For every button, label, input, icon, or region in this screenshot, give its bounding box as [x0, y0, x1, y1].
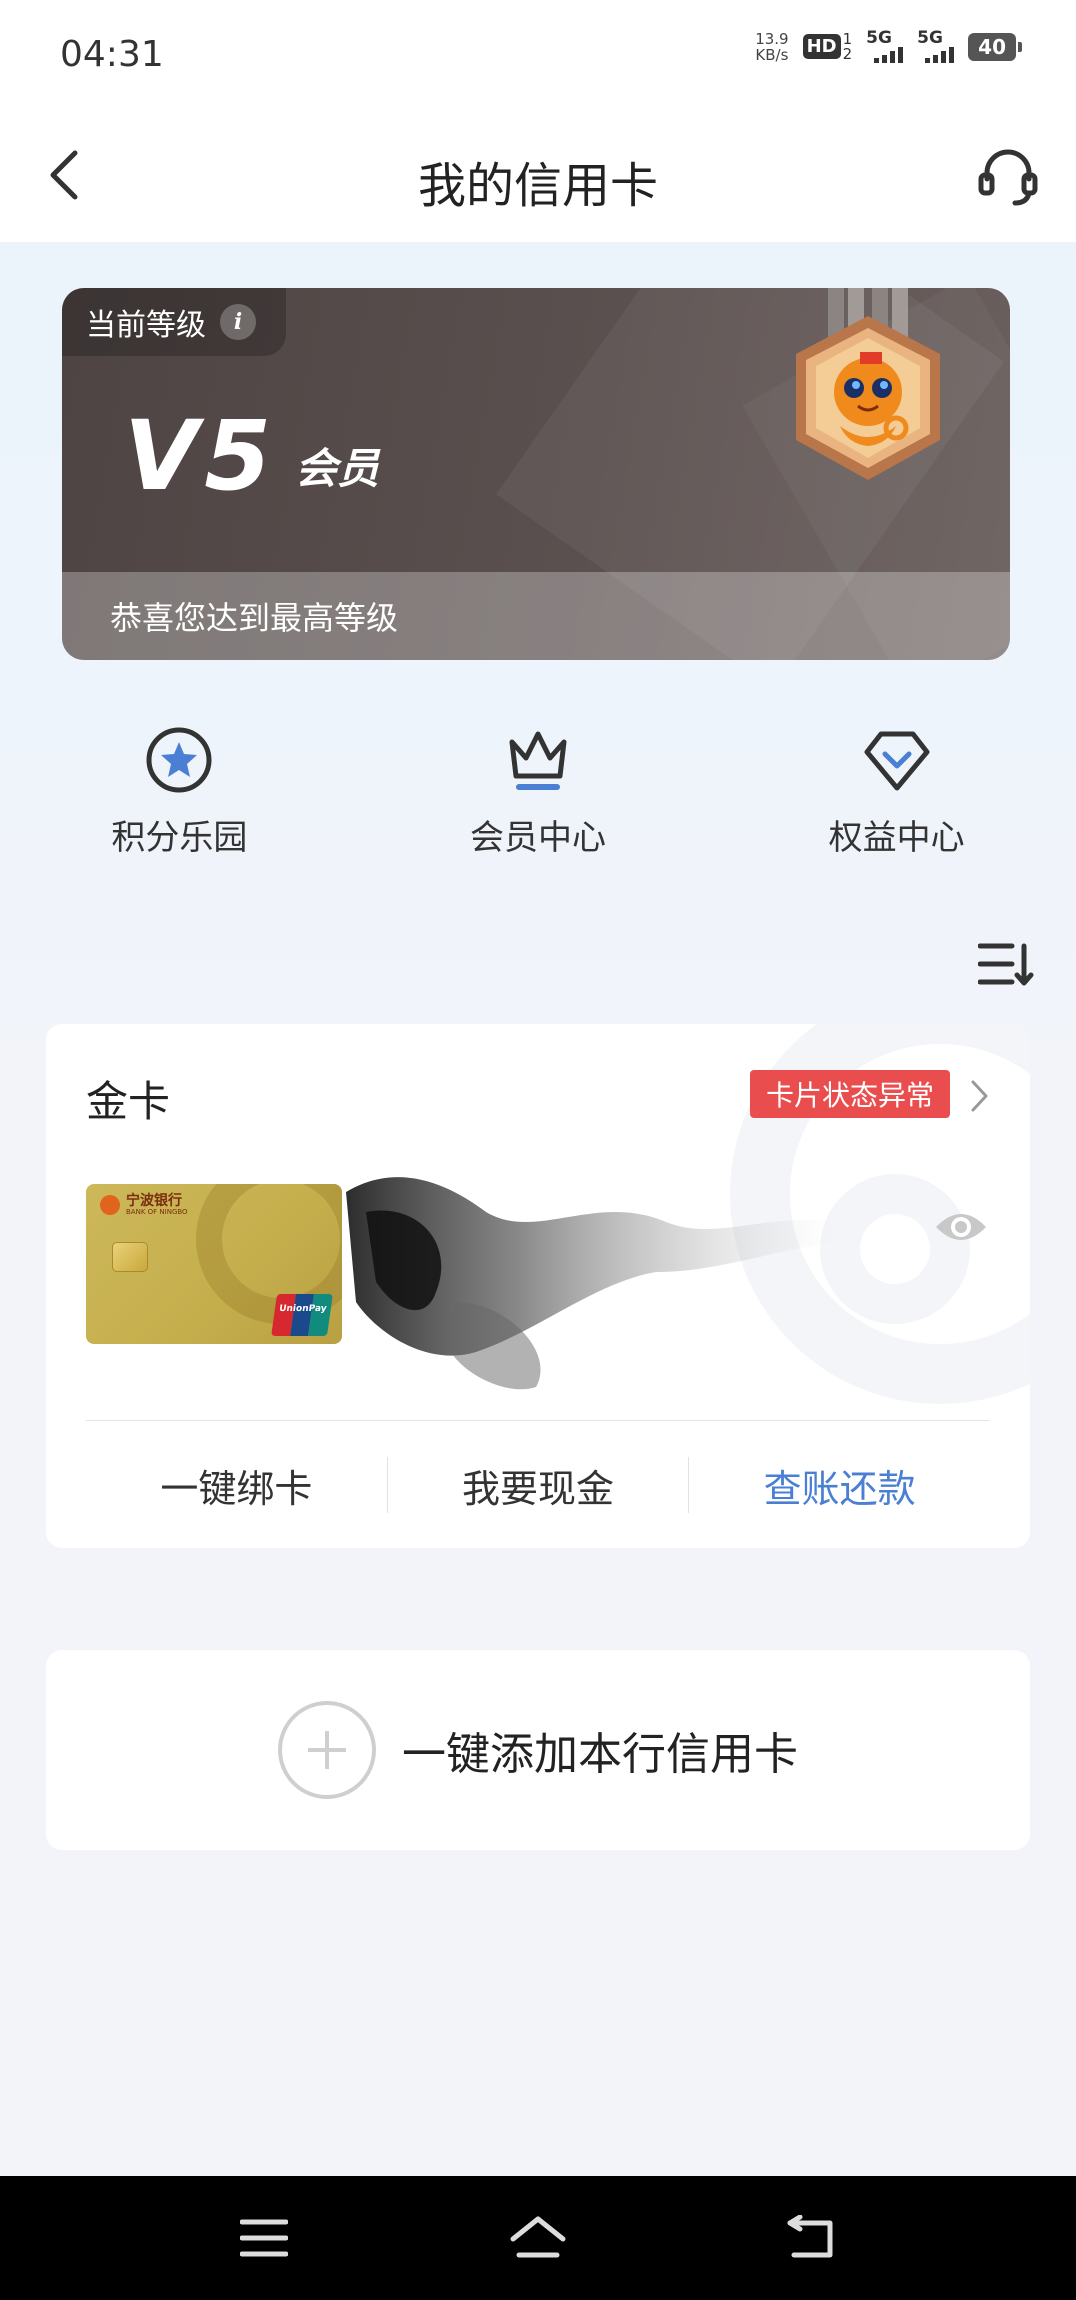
level-display: V5 会员 — [124, 408, 379, 504]
sort-button[interactable] — [976, 934, 1036, 994]
app-screen: 04:31 13.9 KB/s HD 1 2 5G 5G 40 我的信用卡 当前… — [0, 0, 1076, 2300]
shortcut-label: 积分乐园 — [111, 818, 248, 858]
battery-indicator: 40 — [968, 32, 1022, 61]
plus-circle-icon — [278, 1701, 376, 1799]
add-card-button[interactable]: 一键添加本行信用卡 — [46, 1650, 1030, 1850]
mascot-medal-icon — [796, 288, 940, 480]
headset-icon — [978, 149, 1038, 206]
diamond-icon — [859, 722, 935, 798]
star-circle-icon — [141, 722, 217, 798]
card-status-badge[interactable]: 卡片状态异常 — [749, 1070, 950, 1118]
shortcut-label: 会员中心 — [470, 818, 606, 858]
menu-icon — [240, 2219, 288, 2257]
bind-card-button[interactable]: 一键绑卡 — [86, 1458, 387, 1513]
level-congrats-text: 恭喜您达到最高等级 — [110, 599, 399, 637]
system-menu-button[interactable] — [234, 2208, 294, 2268]
shortcut-member-center[interactable]: 会员中心 — [359, 722, 718, 872]
page-title: 我的信用卡 — [417, 158, 658, 214]
credit-card-panel: 金卡 卡片状态异常 宁波银行 BANK OF NINGBO UnionPay 一… — [46, 1024, 1030, 1548]
cash-advance-button[interactable]: 我要现金 — [388, 1458, 689, 1513]
status-bar: 04:31 13.9 KB/s HD 1 2 5G 5G 40 — [0, 0, 1076, 110]
network-speed-value: 13.9 — [755, 29, 789, 48]
signal-2-label: 5G — [917, 28, 943, 48]
eye-icon — [936, 1214, 986, 1240]
bill-repayment-button[interactable]: 查账还款 — [689, 1458, 990, 1513]
customer-service-button[interactable] — [970, 138, 1046, 214]
network-speed-unit: KB/s — [755, 45, 789, 64]
network-speed: 13.9 KB/s — [755, 31, 788, 63]
hd-sub-bottom: 2 — [842, 44, 853, 63]
card-chip-icon — [112, 1242, 148, 1272]
crown-icon — [500, 722, 576, 798]
signal-strength-2: 5G — [917, 28, 955, 63]
signal-strength-1: 5G — [866, 28, 904, 63]
toggle-visibility-button[interactable] — [934, 1200, 988, 1254]
signal-bars-icon — [874, 47, 904, 63]
chevron-right-icon — [971, 1080, 988, 1112]
back-arrow-icon — [787, 2215, 833, 2258]
add-card-label: 一键添加本行信用卡 — [402, 1729, 798, 1780]
signal-1-label: 5G — [866, 28, 892, 48]
status-indicators: 13.9 KB/s HD 1 2 5G 5G 40 — [755, 28, 1022, 63]
system-nav-bar — [0, 2176, 1076, 2300]
card-action-bar: 一键绑卡 我要现金 查账还款 — [86, 1422, 990, 1548]
hd-voice-indicator: HD 1 2 — [802, 31, 853, 63]
card-name: 金卡 — [86, 1077, 171, 1126]
divider — [86, 1420, 990, 1421]
status-time: 04:31 — [60, 34, 164, 75]
level-code: V5 — [124, 400, 278, 512]
level-suffix: 会员 — [295, 444, 380, 493]
system-home-button[interactable] — [508, 2208, 568, 2268]
level-footer: 恭喜您达到最高等级 — [62, 572, 1010, 660]
masked-card-info — [346, 1177, 836, 1390]
bank-name: 宁波银行 — [126, 1193, 182, 1209]
card-detail-button[interactable] — [964, 1076, 994, 1116]
hd-badge: HD — [802, 34, 841, 59]
member-level-banner[interactable]: 当前等级 i V5 会员 恭喜您达到最高等级 — [62, 288, 1010, 660]
bank-logo: 宁波银行 BANK OF NINGBO — [100, 1194, 188, 1216]
info-icon[interactable]: i — [220, 304, 256, 340]
bank-card-image[interactable]: 宁波银行 BANK OF NINGBO UnionPay — [86, 1184, 342, 1344]
current-level-tag: 当前等级 i — [62, 288, 286, 356]
unionpay-label: UnionPay — [278, 1304, 328, 1314]
current-level-label: 当前等级 — [86, 308, 206, 343]
sort-list-icon — [978, 943, 1034, 986]
signal-bars-icon — [925, 47, 955, 63]
bank-logo-icon — [100, 1195, 120, 1215]
nav-bar: 我的信用卡 — [0, 110, 1076, 242]
shortcut-points-park[interactable]: 积分乐园 — [0, 722, 359, 872]
shortcut-benefits-center[interactable]: 权益中心 — [717, 722, 1076, 872]
home-icon — [510, 2216, 566, 2258]
shortcut-label: 权益中心 — [828, 818, 965, 858]
unionpay-logo-icon: UnionPay — [271, 1294, 333, 1336]
system-back-button[interactable] — [782, 2208, 842, 2268]
bank-name-en: BANK OF NINGBO — [126, 1208, 188, 1216]
shortcut-row: 积分乐园 会员中心 权益中心 — [0, 722, 1076, 872]
